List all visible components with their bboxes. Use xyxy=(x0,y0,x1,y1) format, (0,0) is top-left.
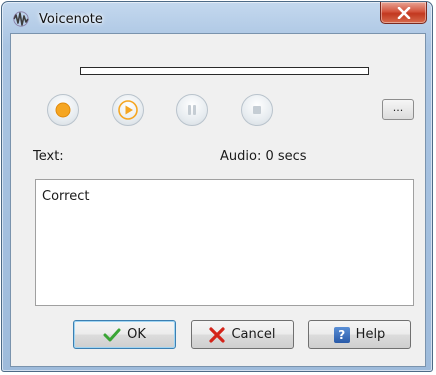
cancel-button-label: Cancel xyxy=(231,327,276,342)
play-icon xyxy=(118,100,138,120)
text-label: Text: xyxy=(33,149,64,164)
cancel-x-icon xyxy=(209,326,226,343)
title-bar[interactable]: Voicenote xyxy=(2,2,432,34)
cancel-button[interactable]: Cancel xyxy=(191,320,294,349)
close-icon xyxy=(397,6,410,19)
pause-icon xyxy=(188,105,196,115)
ok-button-label: OK xyxy=(127,327,146,342)
record-button[interactable] xyxy=(47,94,79,126)
voicenote-app-icon xyxy=(13,11,29,27)
window-title: Voicenote xyxy=(39,12,103,27)
stop-icon xyxy=(253,106,261,114)
help-button[interactable]: ? Help xyxy=(308,320,411,349)
ok-button[interactable]: OK xyxy=(73,320,176,349)
check-icon xyxy=(103,328,121,341)
note-text-area[interactable]: Correct xyxy=(35,179,414,306)
record-icon xyxy=(55,102,71,118)
voicenote-window: Voicenote ... Text: Audio: 0 secs Correc… xyxy=(1,1,433,372)
help-icon: ? xyxy=(333,326,350,343)
stop-button[interactable] xyxy=(241,94,273,126)
audio-progress-bar xyxy=(80,67,369,75)
close-button[interactable] xyxy=(380,2,427,24)
audio-duration-label: Audio: 0 secs xyxy=(220,149,307,164)
help-button-label: Help xyxy=(355,327,386,342)
play-button[interactable] xyxy=(112,94,144,126)
dialog-client-area: ... Text: Audio: 0 secs Correct OK Cance… xyxy=(10,33,426,367)
pause-button[interactable] xyxy=(176,94,208,126)
more-options-button[interactable]: ... xyxy=(382,99,414,120)
